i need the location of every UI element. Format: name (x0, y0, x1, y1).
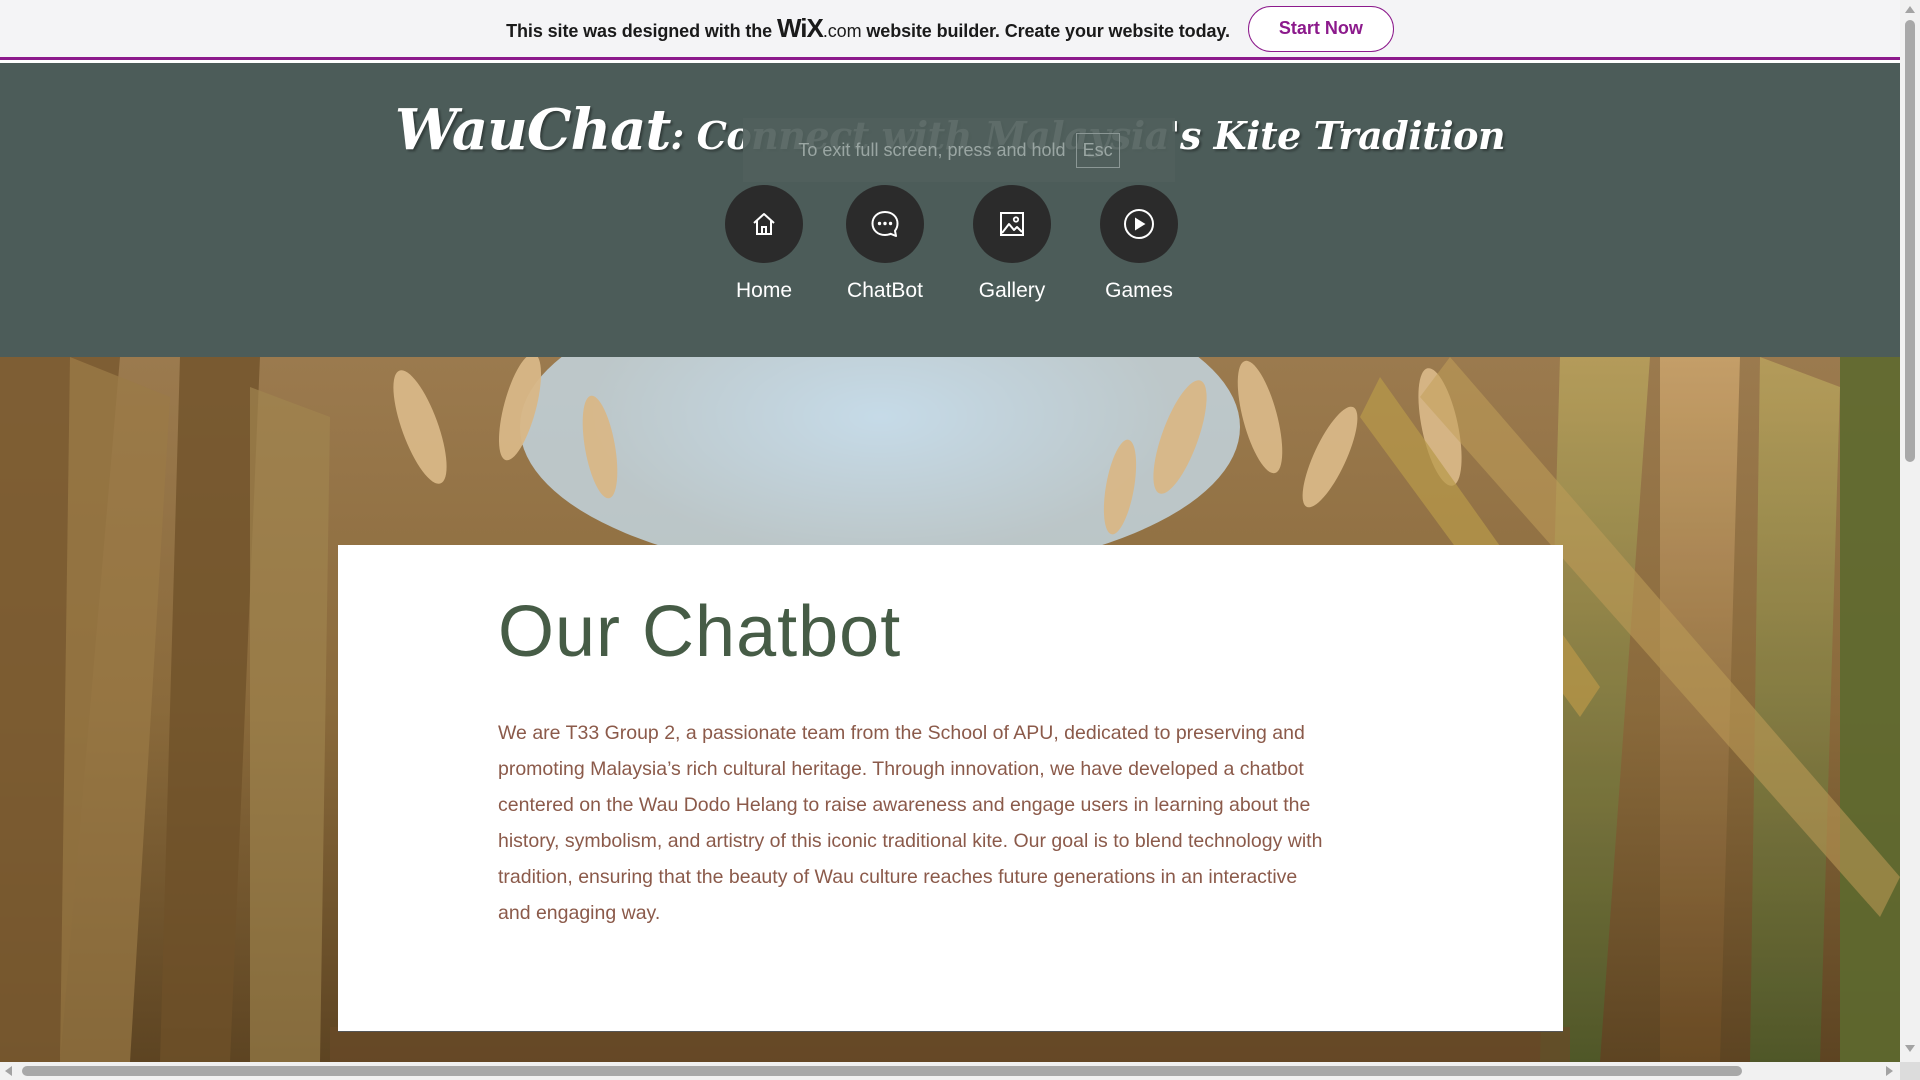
main-nav: Home ChatBot Gallery Games (0, 185, 1900, 315)
nav-gallery-circle[interactable] (973, 185, 1051, 263)
nav-home-circle[interactable] (725, 185, 803, 263)
scroll-left-arrow-icon[interactable] (5, 1066, 12, 1076)
section-body: We are T33 Group 2, a passionate team fr… (498, 722, 1323, 924)
wix-logo-domain: .com (822, 21, 862, 41)
nav-item-home[interactable]: Home (704, 185, 824, 303)
nav-item-chatbot[interactable]: ChatBot (825, 185, 945, 303)
play-icon (1124, 209, 1154, 239)
nav-chatbot-circle[interactable] (846, 185, 924, 263)
start-now-button[interactable]: Start Now (1247, 5, 1394, 52)
wix-banner-text-after: website builder. Create your website tod… (861, 21, 1230, 41)
nav-item-games[interactable]: Games (1079, 185, 1199, 303)
esc-key-hint: Esc (1075, 132, 1120, 168)
vertical-scrollbar[interactable] (1900, 0, 1920, 1062)
horizontal-scroll-thumb[interactable] (22, 1066, 1742, 1076)
nav-label-games[interactable]: Games (1079, 279, 1199, 303)
nav-item-gallery[interactable]: Gallery (952, 185, 1072, 303)
image-icon (1000, 212, 1024, 236)
title-separator: : (670, 113, 697, 158)
site-header: WauChat: Connect with Malaysia's Kite Tr… (0, 63, 1900, 357)
chat-bubble-icon (871, 211, 899, 237)
wix-banner-text-before: This site was designed with the (506, 21, 777, 41)
wix-banner-text: This site was designed with the WiX.com … (506, 13, 1230, 44)
nav-label-chatbot[interactable]: ChatBot (825, 279, 945, 303)
nav-games-circle[interactable] (1100, 185, 1178, 263)
chatbot-intro-card: Our Chatbot We are T33 Group 2, a passio… (338, 545, 1563, 1032)
scroll-right-arrow-icon[interactable] (1886, 1066, 1893, 1076)
fullscreen-notice-text: To exit full screen, press and hold (798, 139, 1066, 160)
home-icon (753, 213, 775, 235)
section-title: Our Chatbot (498, 592, 902, 672)
vertical-scroll-thumb[interactable] (1905, 20, 1915, 462)
scrollbar-corner (1900, 1062, 1920, 1080)
scroll-up-arrow-icon[interactable] (1905, 6, 1915, 13)
nav-label-gallery[interactable]: Gallery (952, 279, 1072, 303)
horizontal-scrollbar[interactable] (0, 1062, 1900, 1080)
wix-logo: WiX (776, 13, 824, 43)
scroll-down-arrow-icon[interactable] (1905, 1045, 1915, 1052)
nav-label-home[interactable]: Home (704, 279, 824, 303)
fullscreen-exit-notice: To exit full screen, press and hold Esc (743, 118, 1175, 182)
wix-promo-banner: This site was designed with the WiX.com … (0, 0, 1900, 60)
brand-name: WauChat (394, 97, 671, 163)
